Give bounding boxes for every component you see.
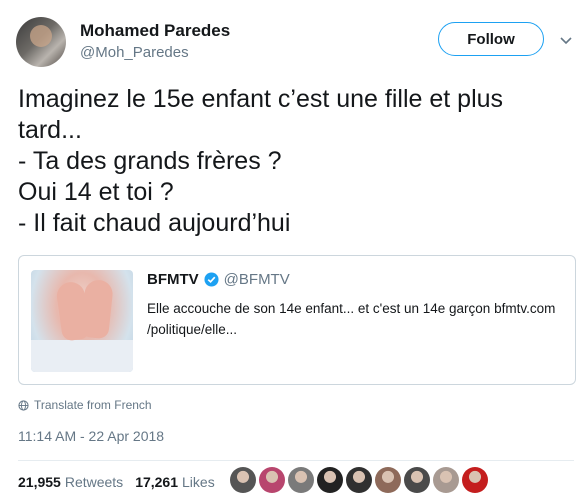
quoted-text-line: /politique/elle... xyxy=(147,322,238,337)
author-handle[interactable]: @Moh_Paredes xyxy=(80,44,189,61)
quoted-tweet-text: Elle accouche de son 14e enfant... et c'… xyxy=(147,298,567,340)
retweets-label[interactable]: Retweets xyxy=(65,474,123,490)
follow-button[interactable]: Follow xyxy=(438,22,544,56)
tweet-line: Imaginez le 15e enfant c’est une fille e… xyxy=(18,85,504,113)
retweets-count[interactable]: 21,955 xyxy=(18,474,61,490)
tweet-line: tard... xyxy=(18,116,82,144)
liker-avatar[interactable] xyxy=(317,467,343,493)
liker-avatar[interactable] xyxy=(404,467,430,493)
tweet-text: Imaginez le 15e enfant c’est une fille e… xyxy=(18,84,574,239)
divider xyxy=(18,460,574,461)
tweet-line: Oui 14 et toi ? xyxy=(18,178,174,206)
chevron-down-icon[interactable] xyxy=(559,34,573,48)
globe-icon xyxy=(18,399,29,411)
liker-avatar[interactable] xyxy=(462,467,488,493)
liker-avatar[interactable] xyxy=(230,467,256,493)
timestamp[interactable]: 11:14 AM - 22 Apr 2018 xyxy=(18,428,164,444)
likes-label[interactable]: Likes xyxy=(182,474,215,490)
tweet-stats: 21,955 Retweets 17,261 Likes xyxy=(18,474,227,490)
author-avatar[interactable] xyxy=(16,17,66,67)
quoted-tweet-thumbnail xyxy=(31,270,133,372)
likes-count[interactable]: 17,261 xyxy=(135,474,178,490)
author-name[interactable]: Mohamed Paredes xyxy=(80,21,230,41)
quoted-text-line: Elle accouche de son 14e enfant... et c'… xyxy=(147,301,556,316)
quoted-tweet-card[interactable]: BFMTV @BFMTV Elle accouche de son 14e en… xyxy=(18,255,576,385)
tweet-header: Mohamed Paredes @Moh_Paredes Follow xyxy=(14,12,574,72)
quoted-author: BFMTV @BFMTV xyxy=(147,271,290,288)
translate-label[interactable]: Translate from French xyxy=(34,398,152,412)
quoted-author-name: BFMTV xyxy=(147,271,199,288)
liker-avatar[interactable] xyxy=(375,467,401,493)
quoted-author-handle: @BFMTV xyxy=(223,271,290,288)
verified-badge-icon xyxy=(204,272,219,287)
liker-avatar[interactable] xyxy=(259,467,285,493)
liker-avatar[interactable] xyxy=(433,467,459,493)
tweet: Mohamed Paredes @Moh_Paredes Follow Imag… xyxy=(0,0,584,503)
liker-avatar[interactable] xyxy=(346,467,372,493)
tweet-line: - Ta des grands frères ? xyxy=(18,147,282,175)
liker-avatar[interactable] xyxy=(288,467,314,493)
liker-avatars xyxy=(230,467,488,493)
tweet-line: - Il fait chaud aujourd’hui xyxy=(18,209,291,237)
translate-link[interactable]: Translate from French xyxy=(18,398,152,412)
